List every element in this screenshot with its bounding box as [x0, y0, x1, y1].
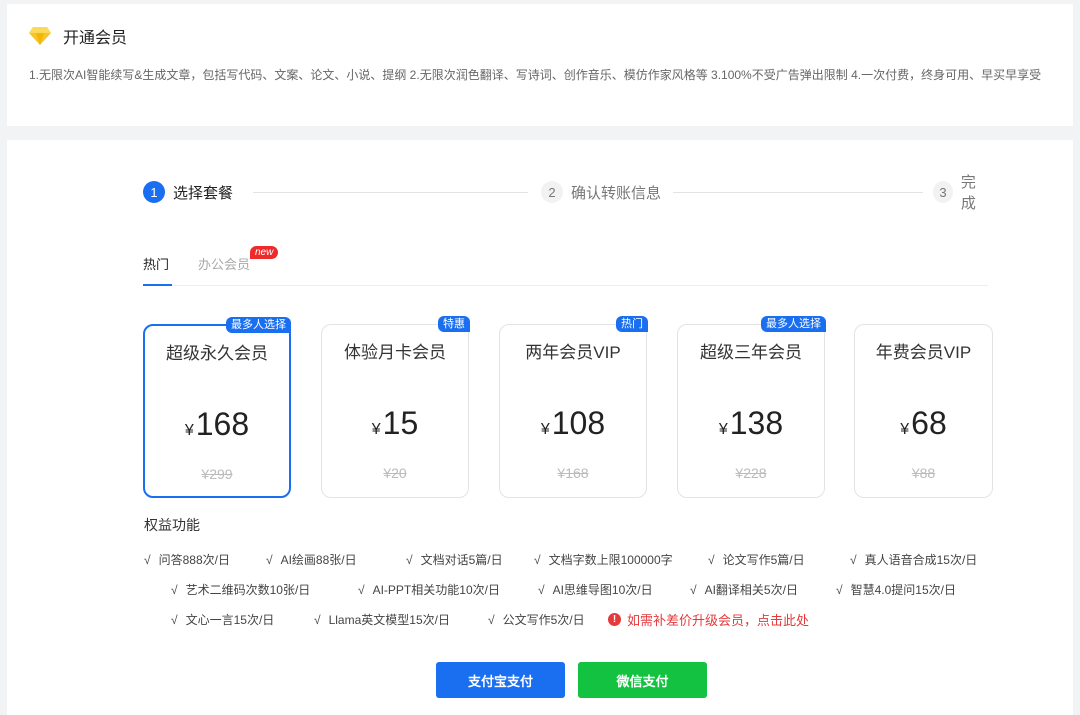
plan-tag: 最多人选择: [226, 317, 291, 333]
check-icon: √: [171, 582, 178, 597]
step-label: 确认转账信息: [571, 184, 662, 202]
plan-name: 两年会员VIP: [525, 343, 621, 362]
benefit-item: √ 文心一言15次/日: [171, 612, 275, 627]
new-badge: new: [250, 246, 279, 259]
tab-hot[interactable]: 热门: [143, 254, 169, 273]
membership-title-row: 开通会员: [29, 24, 127, 48]
plan-card-monthly[interactable]: 特惠 体验月卡会员 ¥ 15 ¥20: [321, 316, 470, 498]
benefits-title: 权益功能: [144, 517, 200, 533]
tab-office-member[interactable]: 办公会员: [198, 254, 250, 273]
plan-tag: 最多人选择: [761, 316, 826, 332]
price-amount: 108: [551, 405, 606, 441]
plan-price: ¥ 15: [322, 405, 468, 442]
original-price: ¥88: [911, 465, 936, 481]
check-icon: √: [266, 552, 273, 567]
plan-name: 体验月卡会员: [344, 343, 446, 362]
benefit-item: √ 公文写作5次/日: [488, 612, 585, 627]
price-amount: 168: [195, 406, 250, 442]
warning-icon: !: [608, 612, 621, 626]
original-price: ¥228: [735, 465, 767, 481]
membership-intro-card: 开通会员 1.无限次AI智能续写&生成文章，包括写代码、文案、论文、小说、提纲 …: [7, 4, 1073, 126]
price-amount: 15: [382, 405, 419, 441]
plan-name: 年费会员VIP: [875, 343, 972, 362]
step-divider: [673, 192, 923, 193]
step-number: 1: [143, 181, 165, 203]
original-price: ¥20: [383, 465, 407, 481]
step-confirm-transfer: 2 确认转账信息: [541, 181, 661, 203]
benefit-item: √ 真人语音合成15次/日: [850, 552, 978, 567]
tab-label: 办公会员: [198, 257, 251, 272]
check-icon: √: [850, 552, 857, 567]
step-complete: 3 完成: [933, 174, 988, 212]
page-title: 开通会员: [63, 30, 128, 47]
currency-symbol: ¥: [900, 421, 910, 438]
benefits-row: √ 艺术二维码次数10张/日 √ AI-PPT相关功能10次/日 √ AI思维导图10…: [144, 574, 994, 604]
benefit-item: √ 论文写作5篇/日: [708, 552, 805, 567]
currency-symbol: ¥: [371, 421, 381, 438]
currency-symbol: ¥: [540, 421, 550, 438]
check-icon: √: [534, 552, 541, 567]
step-indicator: 1 选择套餐 2 确认转账信息 3 完成: [143, 174, 988, 212]
step-divider: [253, 192, 528, 193]
benefit-item: √ 文档对话5篇/日: [406, 552, 503, 567]
original-price: ¥299: [201, 466, 233, 482]
check-icon: √: [314, 612, 321, 627]
price-amount: 68: [911, 405, 947, 441]
step-number: 2: [541, 181, 563, 203]
plan-name: 超级永久会员: [166, 344, 268, 363]
wechat-pay-button[interactable]: 微信支付: [578, 662, 707, 698]
benefits-row: √ 问答888次/日 √ AI绘画88张/日 √ 文档对话5篇/日 √ 文档字数上限10…: [144, 544, 994, 574]
plan-price: ¥ 138: [678, 405, 824, 442]
benefit-item: √ Llama英文模型15次/日: [314, 612, 450, 627]
plan-price: ¥ 68: [855, 405, 992, 442]
plan-card-lifetime[interactable]: 最多人选择 超级永久会员 ¥ 168 ¥299: [143, 317, 291, 498]
check-icon: √: [488, 612, 495, 627]
check-icon: √: [171, 612, 178, 627]
plan-price: ¥ 168: [145, 406, 289, 443]
check-icon: √: [358, 582, 365, 597]
benefit-item: √ AI思维导图10次/日: [538, 582, 653, 597]
step-label: 完成: [960, 174, 976, 212]
benefit-item: √ AI-PPT相关功能10次/日: [358, 582, 500, 597]
plan-card-annual[interactable]: 年费会员VIP ¥ 68 ¥88: [854, 324, 993, 498]
check-icon: √: [836, 582, 843, 597]
diamond-icon: [29, 27, 51, 45]
step-number: 3: [933, 181, 953, 203]
benefit-item: √ 艺术二维码次数10张/日: [171, 582, 311, 597]
original-price: ¥168: [557, 465, 589, 481]
benefit-item: √ AI绘画88张/日: [266, 552, 357, 567]
benefit-item: √ 问答888次/日: [144, 552, 230, 567]
plan-card-three-year[interactable]: 最多人选择 超级三年会员 ¥ 138 ¥228: [677, 316, 826, 498]
tab-label: 热门: [143, 257, 170, 272]
purchase-panel: 1 选择套餐 2 确认转账信息 3 完成 热门 办公会员 new 最多人选择 超…: [7, 140, 1073, 715]
benefits-list: √ 问答888次/日 √ AI绘画88张/日 √ 文档对话5篇/日 √ 文档字数上限10…: [144, 544, 994, 634]
check-icon: √: [144, 552, 151, 567]
currency-symbol: ¥: [718, 421, 728, 438]
benefit-item: √ 智慧4.0提问15次/日: [836, 582, 956, 597]
check-icon: √: [538, 582, 545, 597]
plan-card-two-year[interactable]: 热门 两年会员VIP ¥ 108 ¥168: [499, 316, 648, 498]
check-icon: √: [708, 552, 715, 567]
step-label: 选择套餐: [173, 184, 234, 202]
check-icon: √: [406, 552, 413, 567]
plan-tag: 热门: [616, 316, 648, 332]
plan-price: ¥ 108: [500, 405, 646, 442]
plan-tag: 特惠: [438, 316, 470, 332]
benefit-item: √ AI翻译相关5次/日: [690, 582, 798, 597]
benefits-row: √ 文心一言15次/日 √ Llama英文模型15次/日 √ 公文写作5次/日 ! 如…: [144, 604, 994, 634]
alipay-button[interactable]: 支付宝支付: [436, 662, 565, 698]
step-select-plan: 1 选择套餐: [143, 181, 233, 203]
plan-list: 最多人选择 超级永久会员 ¥ 168 ¥299 特惠 体验月卡会员 ¥ 15 ¥…: [143, 316, 993, 499]
currency-symbol: ¥: [184, 422, 194, 439]
upgrade-link[interactable]: ! 如需补差价升级会员，点击此处: [608, 610, 809, 629]
active-tab-indicator: [143, 284, 172, 286]
upgrade-link-text: 如需补差价升级会员，点击此处: [627, 612, 810, 628]
benefit-item: √ 文档字数上限100000字: [534, 552, 673, 567]
price-amount: 138: [729, 405, 784, 441]
membership-description: 1.无限次AI智能续写&生成文章，包括写代码、文案、论文、小说、提纲 2.无限次…: [29, 68, 1042, 82]
plan-category-tabs: 热门 办公会员 new: [143, 246, 988, 286]
check-icon: √: [690, 582, 697, 597]
plan-name: 超级三年会员: [700, 343, 802, 362]
